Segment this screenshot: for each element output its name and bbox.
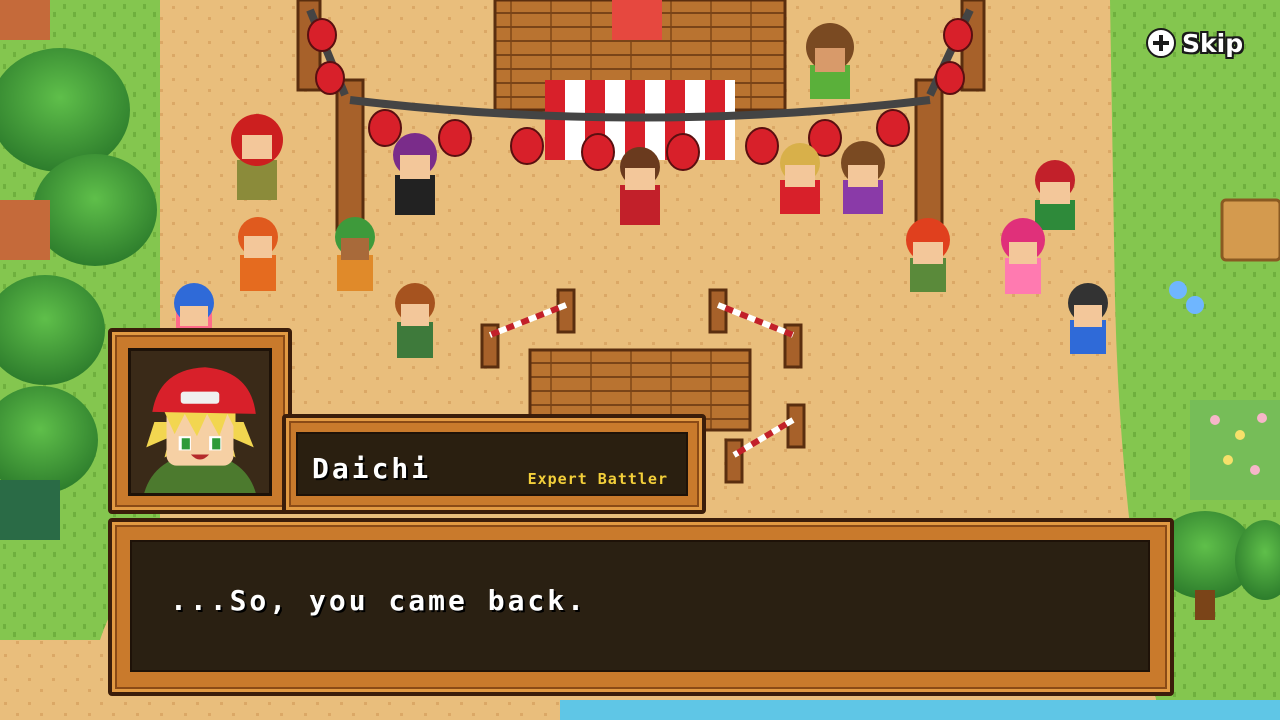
dialog-box[interactable]: ...So, you came back. bbox=[108, 518, 1174, 696]
speaker-title: Expert Battler bbox=[527, 470, 668, 488]
skip-button[interactable]: Skip bbox=[1146, 26, 1243, 60]
speaker-portrait-frame bbox=[108, 328, 292, 514]
dialog-text: ...So, you came back. bbox=[170, 584, 588, 617]
nameplate-panel: Daichi Expert Battler bbox=[296, 432, 688, 496]
dialog-panel: ...So, you came back. bbox=[130, 540, 1150, 672]
water bbox=[560, 700, 1280, 720]
plus-circle-icon bbox=[1146, 28, 1176, 58]
daichi-portrait-icon bbox=[134, 351, 266, 493]
speaker-nameplate: Daichi Expert Battler bbox=[282, 414, 706, 514]
speaker-name: Daichi bbox=[312, 452, 432, 485]
skip-label: Skip bbox=[1182, 28, 1244, 58]
speaker-portrait bbox=[128, 348, 272, 496]
